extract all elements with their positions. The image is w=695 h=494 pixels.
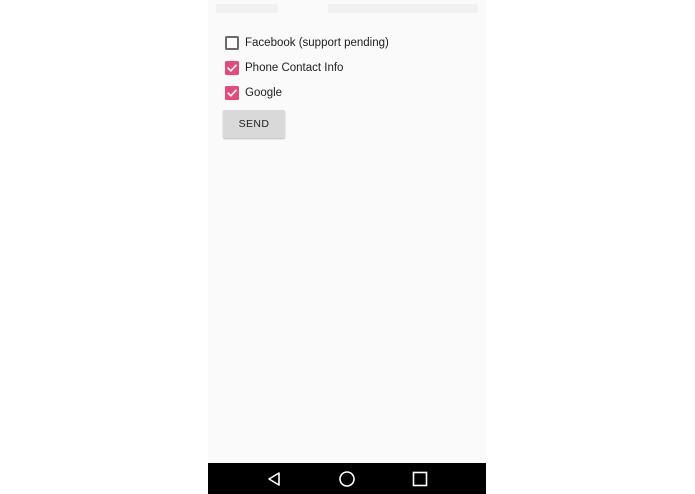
recents-square-icon[interactable]	[409, 468, 431, 490]
system-status-icons	[328, 4, 478, 13]
checkbox-google[interactable]	[225, 86, 239, 100]
status-bar	[208, 0, 486, 18]
option-google[interactable]: Google	[225, 82, 282, 104]
navigation-bar	[208, 463, 486, 494]
back-triangle-icon[interactable]	[263, 468, 285, 490]
home-circle-icon[interactable]	[336, 468, 358, 490]
option-label-google: Google	[245, 87, 283, 99]
option-label-phone-contact-info: Phone Contact Info	[245, 62, 344, 74]
notification-icons	[216, 4, 278, 13]
checkbox-facebook[interactable]	[225, 36, 239, 50]
checkbox-phone-contact-info[interactable]	[225, 61, 239, 75]
check-icon	[227, 89, 238, 97]
phone-screen: Facebook (support pending) Phone Contact…	[208, 0, 486, 494]
option-phone-contact-info[interactable]: Phone Contact Info	[225, 57, 343, 79]
option-facebook[interactable]: Facebook (support pending)	[225, 32, 389, 54]
send-button[interactable]: SEND	[223, 110, 285, 138]
check-icon	[227, 64, 238, 72]
option-label-facebook: Facebook (support pending)	[245, 37, 389, 49]
app-content: Facebook (support pending) Phone Contact…	[208, 18, 486, 463]
